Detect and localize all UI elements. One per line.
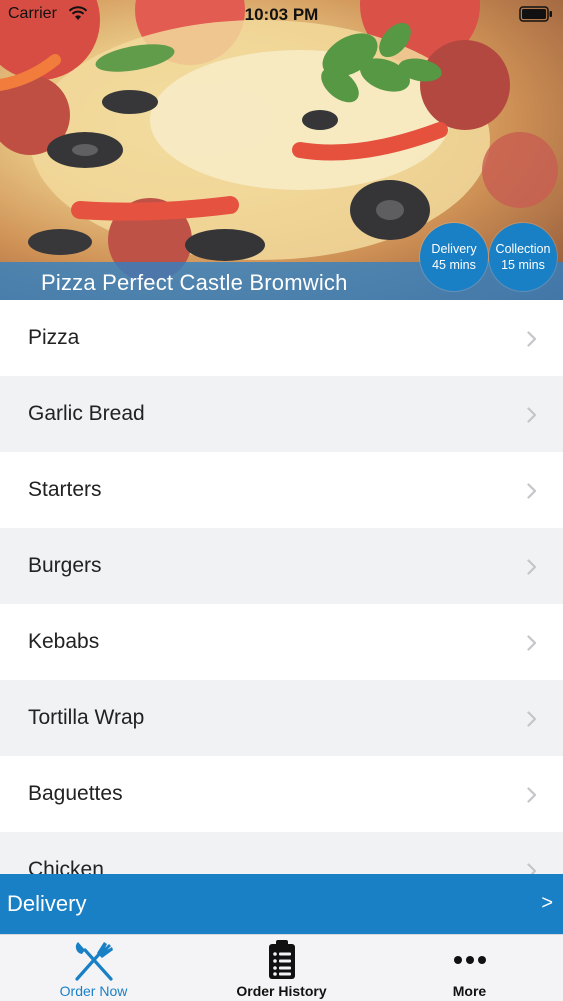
chevron-right-icon — [527, 787, 537, 803]
chevron-right-icon — [527, 407, 537, 423]
collection-badge-time: 15 mins — [501, 258, 545, 272]
collection-badge-label: Collection — [495, 242, 551, 256]
category-row-burgers[interactable]: Burgers — [0, 528, 563, 604]
delivery-mode-bar[interactable]: Delivery > — [0, 874, 563, 934]
category-label: Kebabs — [28, 630, 100, 653]
chevron-right-icon — [527, 483, 537, 499]
delivery-badge-label: Delivery — [431, 242, 477, 256]
category-label: Baguettes — [28, 782, 123, 805]
delivery-mode-label: Delivery — [7, 891, 87, 916]
chevron-right-icon — [527, 559, 537, 575]
more-dots-icon — [453, 956, 486, 964]
category-label: Tortilla Wrap — [28, 706, 145, 729]
status-time: 10:03 PM — [244, 5, 319, 24]
category-row-kebabs[interactable]: Kebabs — [0, 604, 563, 680]
category-label: Pizza — [28, 326, 80, 349]
chevron-right-icon — [527, 635, 537, 651]
chevron-right-icon — [527, 331, 537, 347]
collection-time-badge: Collection 15 mins — [489, 223, 557, 291]
delivery-arrow: > — [541, 892, 553, 914]
tab-order-history[interactable]: Order History — [188, 935, 375, 1001]
chevron-right-icon — [527, 711, 537, 727]
tab-bar: Order Now Order History More — [0, 934, 563, 1001]
category-row-tortilla-wrap[interactable]: Tortilla Wrap — [0, 680, 563, 756]
status-bar: Carrier 10:03 PM — [0, 0, 563, 30]
category-row-garlic-bread[interactable]: Garlic Bread — [0, 376, 563, 452]
tab-label: Order History — [236, 983, 327, 999]
fork-knife-icon — [74, 942, 113, 981]
category-label: Garlic Bread — [28, 402, 145, 425]
delivery-badge-time: 45 mins — [432, 258, 476, 272]
clipboard-list-icon — [268, 940, 295, 979]
category-list: Pizza Garlic Bread Starters Burgers Keba… — [0, 300, 563, 908]
category-row-baguettes[interactable]: Baguettes — [0, 756, 563, 832]
category-row-pizza[interactable]: Pizza — [0, 300, 563, 376]
battery-icon — [519, 6, 552, 22]
category-label: Starters — [28, 478, 102, 501]
delivery-time-badge: Delivery 45 mins — [420, 223, 488, 291]
tab-label: Order Now — [59, 983, 128, 999]
tab-order-now[interactable]: Order Now — [0, 935, 187, 1001]
category-label: Burgers — [28, 554, 102, 577]
hero-banner: Carrier 10:03 PM Pizza Perfect Castle Br… — [0, 0, 563, 300]
restaurant-name: Pizza Perfect Castle Bromwich — [41, 270, 348, 295]
tab-label: More — [452, 983, 487, 999]
category-row-starters[interactable]: Starters — [0, 452, 563, 528]
tab-more[interactable]: More — [376, 935, 563, 1001]
